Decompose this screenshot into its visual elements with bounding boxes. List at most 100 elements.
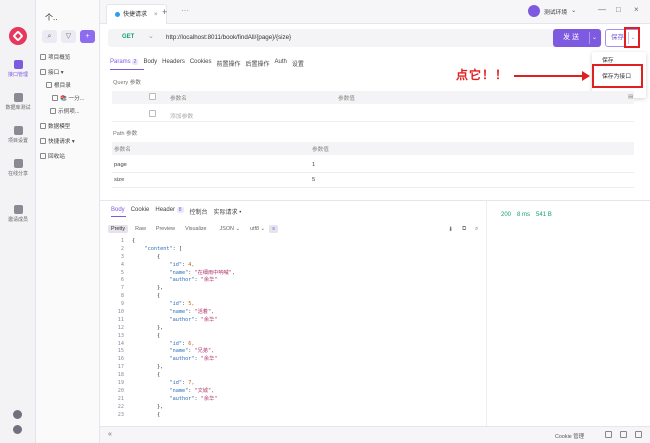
folder-icon (46, 82, 52, 88)
view-visualize[interactable]: Visualize (182, 225, 209, 233)
tab-response-body[interactable]: Body (111, 207, 125, 216)
tab-bar: 快捷请求 × + ··· 测试环境 ⌄ — □ × (100, 0, 650, 24)
project-name[interactable]: 个.. (45, 12, 57, 23)
send-label: 发 送 (563, 34, 579, 41)
encoding-select[interactable]: utf8 ⌄ (250, 226, 265, 232)
collapse-sidebar-button[interactable]: « (108, 431, 112, 438)
code-text: "author": "余华" (169, 395, 218, 402)
tab-actual-request[interactable]: 实际请求 • (214, 207, 242, 216)
tree-item-overview[interactable]: 项目概览 (40, 53, 98, 61)
tab-response-header[interactable]: Header 8 (155, 207, 184, 216)
rail-item-invite[interactable]: 邀请成员 (0, 205, 36, 223)
annotation-arrow (514, 75, 586, 77)
tab-headers[interactable]: Headers (162, 59, 185, 68)
wrap-icon[interactable]: ≡ (268, 225, 279, 233)
environment-selector[interactable]: 测试环境 ⌄ (528, 5, 576, 17)
code-text: }, (132, 403, 164, 410)
param-value[interactable]: 1 (312, 162, 315, 168)
tree-item-trash[interactable]: 回收站 (40, 152, 98, 160)
rail-item-api-management[interactable]: 接口管理 (0, 60, 36, 78)
tree-item-data-model[interactable]: 数据模型 (40, 122, 98, 130)
add-param-input[interactable]: 添加参数 (170, 111, 193, 120)
chevron-down-icon[interactable]: ⌄ (592, 29, 597, 47)
tab-cookies[interactable]: Cookies (190, 59, 212, 68)
response-size: 541 B (536, 212, 552, 218)
tree-item-folder[interactable]: 📚 一分... (52, 94, 98, 102)
more-tabs-button[interactable]: ··· (181, 6, 189, 15)
code-line: 12 }, (106, 325, 486, 333)
code-line: 18 { (106, 372, 486, 380)
new-tab-button[interactable]: + (162, 7, 167, 17)
tab-settings[interactable]: 设置 (292, 59, 304, 68)
param-name[interactable]: size (114, 177, 124, 183)
help-icon[interactable] (620, 431, 627, 438)
bulk-edit-icon[interactable]: ▤ (628, 94, 633, 100)
filter-icon[interactable]: ▽ (61, 30, 76, 43)
database-icon (13, 93, 23, 102)
tab-params[interactable]: Params 2 (110, 59, 139, 68)
code-line: 20 "name": "文城", (106, 388, 486, 396)
code-line: 1{ (106, 238, 486, 246)
chevron-down-icon: ⌄ (571, 8, 577, 14)
tree-item-root[interactable]: 根目录 (46, 81, 98, 89)
line-number: 8 (120, 293, 124, 300)
cookie-manager-button[interactable]: Cookie 管理 (555, 432, 584, 440)
code-text: "name": "文城", (169, 387, 215, 394)
tab-post-ops[interactable]: 后置操作 (246, 59, 270, 68)
tab-pre-ops[interactable]: 前置操作 (217, 59, 241, 68)
method-select[interactable]: GET (122, 34, 134, 40)
code-line: 3 { (106, 254, 486, 262)
response-code-view[interactable]: 1{2 "content": [3 {4 "id": 4, 5 "name": "… (106, 238, 486, 420)
highlight-box-chevron (624, 27, 640, 48)
code-text: "name": "兄弟", (169, 348, 215, 355)
tab-body[interactable]: Body (143, 59, 157, 68)
tree-item-sample[interactable]: 示例项... (50, 107, 98, 115)
param-value[interactable]: 5 (312, 177, 315, 183)
code-text: "id": 4, (169, 261, 195, 268)
annotation-text: 点它！！ (456, 68, 509, 82)
line-number: 13 (117, 332, 124, 339)
url-bar: GET ⌄ http://localhost:8011/book/findAll… (108, 29, 602, 47)
view-raw[interactable]: Raw (132, 225, 149, 233)
response-tabs: Body Cookie Header 8 控制台 实际请求 • (111, 207, 241, 216)
view-pretty[interactable]: Pretty (108, 225, 129, 233)
send-button[interactable]: 发 送 ⌄ (553, 29, 601, 47)
tab-console[interactable]: 控制台 (190, 207, 208, 216)
minimize-button[interactable]: — (598, 5, 606, 14)
maximize-button[interactable]: □ (616, 5, 621, 14)
line-number: 15 (117, 348, 124, 355)
view-preview[interactable]: Preview (153, 225, 178, 233)
url-input[interactable]: http://localhost:8011/book/findAll/{page… (166, 34, 291, 41)
tree-item-quick-request[interactable]: 快捷请求 ▾ (40, 137, 98, 145)
tab-auth[interactable]: Auth (275, 59, 287, 68)
column-header: 参数名 (170, 96, 187, 102)
chevron-down-icon[interactable]: ⌄ (148, 32, 154, 40)
select-all-checkbox[interactable] (149, 93, 156, 100)
share-icon (13, 159, 23, 168)
api-management-icon (13, 60, 23, 69)
settings-icon[interactable] (635, 431, 642, 438)
code-text: "name": "活着", (169, 309, 215, 316)
tree-item-api[interactable]: 接口 ▾ (40, 68, 98, 76)
notification-icon[interactable] (13, 410, 22, 419)
download-icon[interactable]: ⬇ (448, 226, 453, 233)
rail-item-online-share[interactable]: 在线分享 (0, 159, 36, 177)
table-row: page 1 (112, 159, 634, 173)
tab-response-cookie[interactable]: Cookie (131, 207, 150, 216)
rail-item-project-settings[interactable]: 项目设置 (0, 126, 36, 144)
format-select[interactable]: JSON ⌄ (220, 226, 240, 232)
close-icon[interactable]: × (154, 6, 158, 24)
search-icon[interactable]: ⌕ (42, 30, 57, 43)
copy-icon[interactable]: ⧉ (462, 226, 466, 233)
window-close-button[interactable]: × (634, 5, 639, 14)
add-button[interactable]: + (80, 30, 95, 43)
line-number: 1 (120, 238, 124, 244)
search-icon[interactable]: ⌕ (475, 226, 478, 233)
param-name[interactable]: page (114, 162, 127, 168)
panel-divider[interactable] (100, 200, 650, 201)
gear-icon[interactable] (13, 425, 22, 434)
tab-quick-request[interactable]: 快捷请求 × (106, 4, 167, 24)
layout-icon[interactable] (605, 431, 612, 438)
rail-item-db-test[interactable]: 数据库测试 (0, 93, 36, 111)
row-checkbox[interactable] (149, 110, 156, 117)
